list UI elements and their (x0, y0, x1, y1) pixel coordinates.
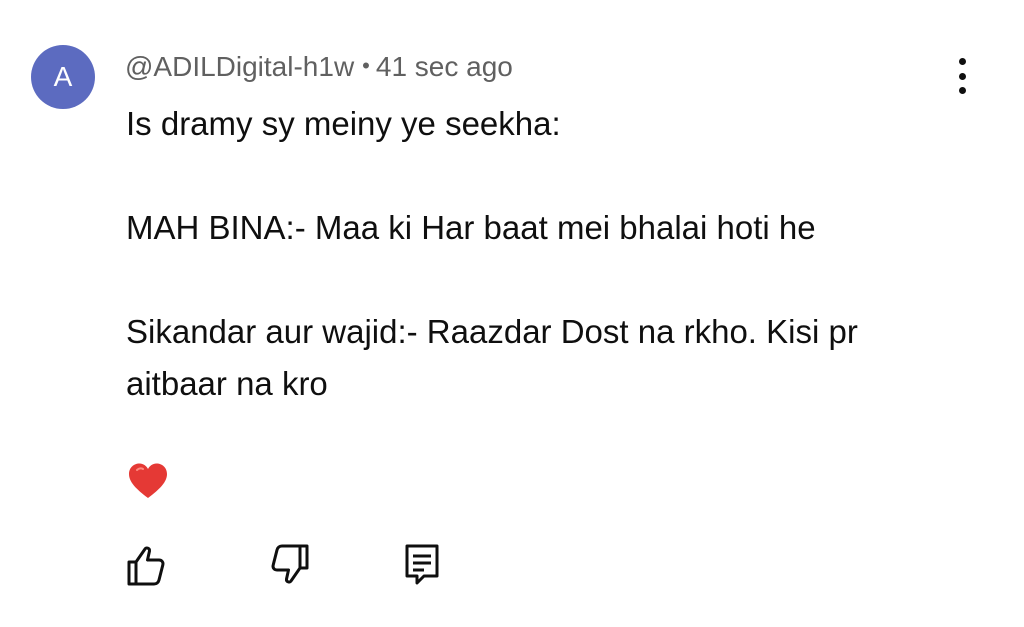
comment-item: A @ADILDigital-h1w • 41 sec ago Is dramy s… (0, 0, 1024, 627)
comment-line: Sikandar aur wajid:- Raazdar Dost na rkh… (126, 313, 858, 402)
avatar[interactable]: A (31, 45, 95, 109)
timestamp[interactable]: 41 sec ago (376, 51, 513, 82)
thumbs-down-icon (268, 540, 312, 588)
comment-line: Is dramy sy meiny ye seekha: (126, 105, 561, 142)
like-button[interactable] (124, 540, 168, 588)
red-heart-icon (128, 462, 168, 502)
separator-dot: • (362, 53, 370, 78)
dislike-button[interactable] (268, 540, 312, 588)
comment-actions (0, 540, 1024, 590)
menu-dot (958, 87, 966, 94)
menu-dot (958, 72, 966, 80)
author-handle[interactable]: @ADILDigital-h1w (125, 51, 354, 82)
menu-dot (958, 58, 966, 65)
comment-body: Is dramy sy meiny ye seekha: MAH BINA:- … (126, 98, 946, 410)
comment-header: @ADILDigital-h1w • 41 sec ago (125, 50, 513, 86)
avatar-letter: A (53, 61, 73, 92)
more-vert-icon[interactable] (944, 56, 980, 96)
thumbs-up-icon (124, 540, 168, 588)
reply-comment-icon (400, 540, 444, 588)
reply-button[interactable] (400, 540, 444, 588)
comment-line: MAH BINA:- Maa ki Har baat mei bhalai ho… (126, 209, 816, 246)
